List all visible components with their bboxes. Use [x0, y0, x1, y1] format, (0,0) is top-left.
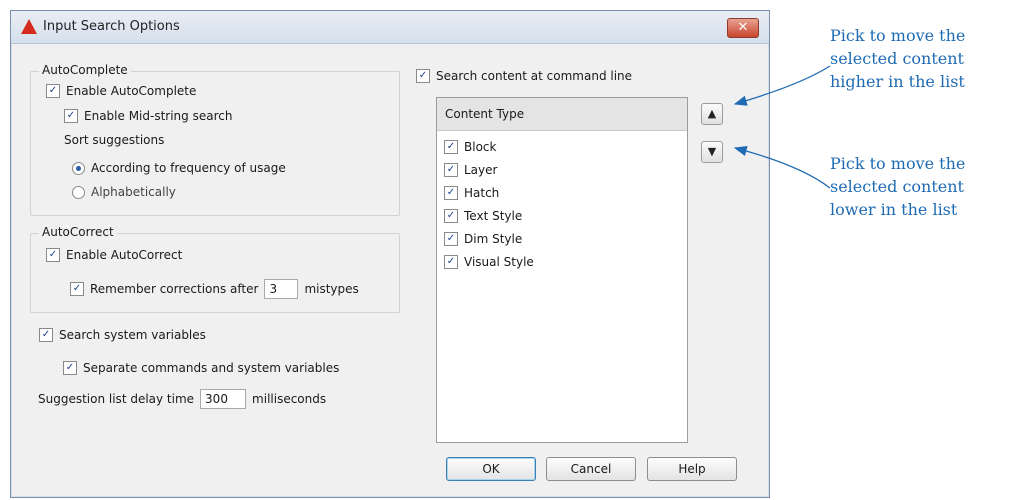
- move-up-annotation: Pick to move the selected content higher…: [830, 26, 966, 91]
- move-down-annotation: Pick to move the selected content lower …: [830, 154, 966, 219]
- move-up-leader-line: [733, 65, 831, 106]
- move-down-leader-line: [733, 145, 831, 189]
